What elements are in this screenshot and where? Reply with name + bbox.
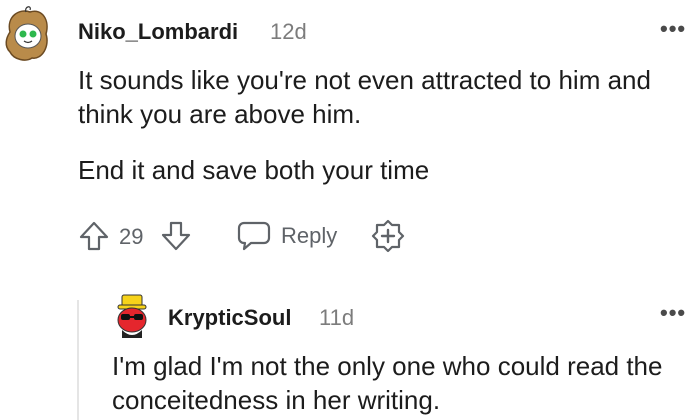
comment-username[interactable]: KrypticSoul [168, 305, 291, 331]
vote-count: 29 [119, 224, 144, 249]
reply-label: Reply [281, 223, 338, 248]
comment-body: I'm glad I'm not the only one who could … [112, 349, 696, 417]
avatar[interactable] [110, 292, 154, 340]
upvote-icon[interactable] [78, 220, 110, 252]
thread-line [77, 300, 79, 420]
more-options-button[interactable]: ••• [660, 16, 686, 42]
downvote-icon[interactable] [160, 220, 192, 252]
comment-bubble-icon [236, 220, 272, 252]
comment-paragraph: End it and save both your time [78, 155, 430, 185]
avatar[interactable] [2, 6, 52, 62]
comment-paragraph: It sounds like you're not even attracted… [78, 65, 651, 129]
comment-paragraph: I'm glad I'm not the only one who could … [112, 351, 663, 415]
comment-timestamp: 12d [270, 19, 307, 44]
comment-timestamp: 11d [319, 305, 355, 330]
more-options-button[interactable]: ••• [660, 300, 686, 326]
award-button-icon[interactable] [370, 218, 406, 254]
comment-body: It sounds like you're not even attracted… [78, 63, 690, 187]
comment-username[interactable]: Niko_Lombardi [78, 19, 238, 45]
